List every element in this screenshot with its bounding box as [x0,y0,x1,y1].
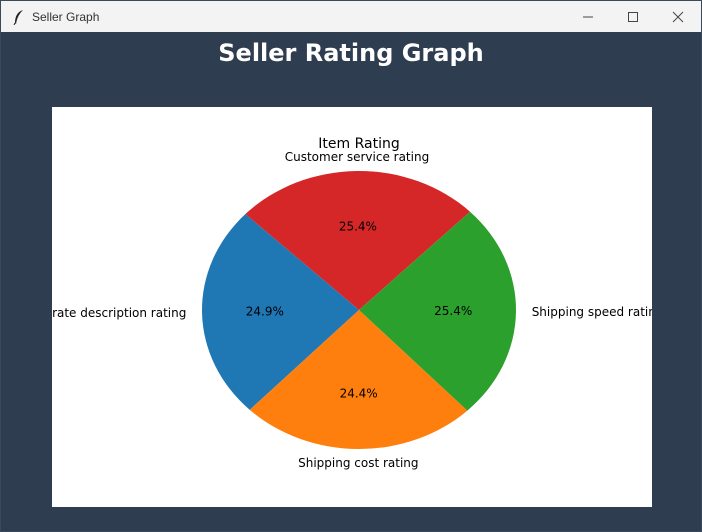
category-label-shipping-cost: Shipping cost rating [298,456,418,470]
chart-canvas: Item Rating 25.4% Customer service rating… [52,107,652,507]
title-bar[interactable]: Seller Graph [1,1,701,32]
minimize-icon [583,16,593,17]
maximize-button[interactable] [610,1,656,32]
pie-chart: Item Rating 25.4%Customer service rating… [52,136,652,470]
close-icon [672,11,684,22]
pct-label-accurate-description: 24.9% [246,305,284,319]
pct-label-shipping-speed: 25.4% [434,304,472,318]
feather-icon [10,8,28,26]
pct-label-shipping-cost: 24.4% [340,386,378,400]
minimize-button[interactable] [565,1,611,32]
window-title: Seller Graph [32,9,100,24]
close-button[interactable] [655,1,701,32]
maximize-icon [628,11,638,22]
app-window: Seller Graph Seller Rating Graph Item Ra… [0,0,702,532]
pct-label-customer-service: 25.4% [339,220,377,234]
category-label-customer-service: Customer service rating [285,150,429,164]
category-label-accurate-description: Item as accurate description rating [52,306,186,320]
category-label-shipping-speed: Shipping speed rating [532,305,652,319]
page-title: Seller Rating Graph [218,39,484,67]
